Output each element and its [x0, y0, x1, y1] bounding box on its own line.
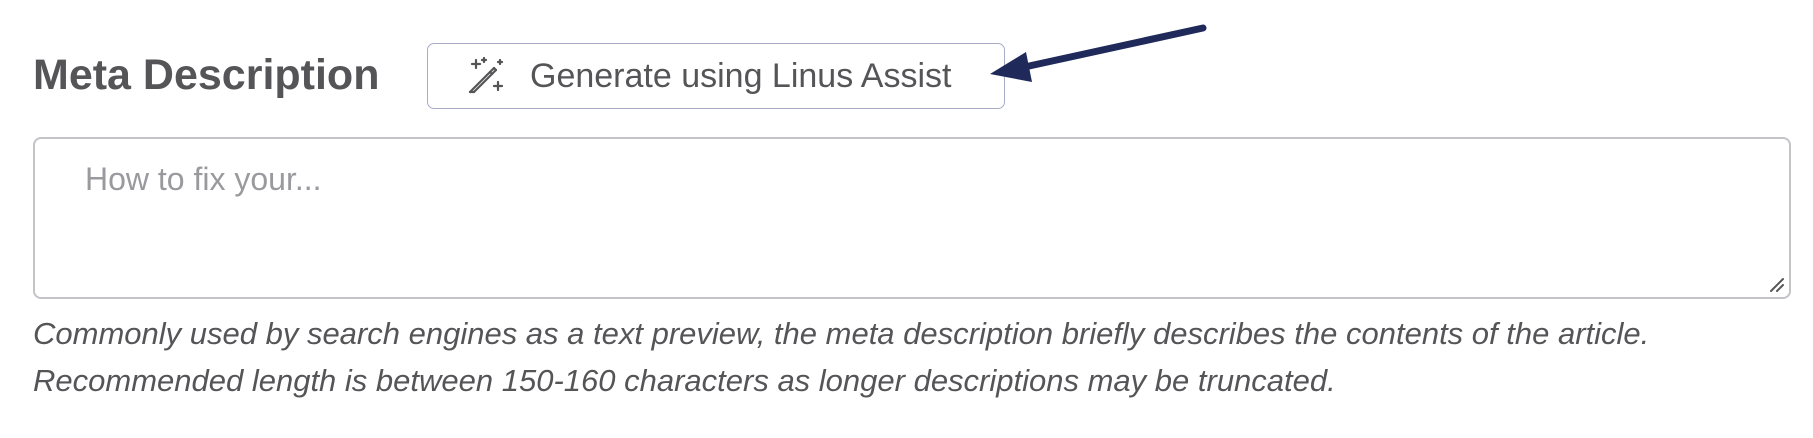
resize-handle-icon[interactable]: [1767, 275, 1785, 293]
generate-linus-assist-button[interactable]: Generate using Linus Assist: [427, 43, 1005, 109]
meta-description-textarea[interactable]: [35, 139, 1789, 297]
annotation-arrow: [990, 24, 1207, 82]
meta-description-field[interactable]: [33, 137, 1791, 299]
help-text-line-2: Recommended length is between 150-160 ch…: [33, 363, 1336, 398]
meta-description-heading: Meta Description: [33, 51, 380, 99]
help-text: Commonly used by search engines as a tex…: [33, 310, 1793, 404]
generate-button-label: Generate using Linus Assist: [530, 56, 952, 95]
magic-wand-sparkle-icon: [466, 56, 506, 96]
help-text-line-1: Commonly used by search engines as a tex…: [33, 316, 1650, 351]
